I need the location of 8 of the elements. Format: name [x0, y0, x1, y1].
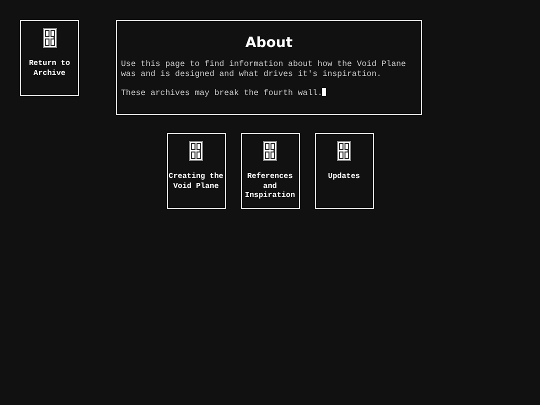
door-icon: [189, 141, 203, 161]
paragraph: These archives may break the fourth wall.: [121, 89, 322, 98]
text-cursor: [322, 88, 326, 96]
paragraph: Use this page to find information about how the Void Plane was and is designed and what drives it's inspiration.: [121, 60, 406, 78]
door-icon: [337, 141, 351, 161]
about-title: About: [244, 35, 294, 51]
door-icon: [263, 141, 277, 161]
door-icon: [42, 28, 56, 48]
